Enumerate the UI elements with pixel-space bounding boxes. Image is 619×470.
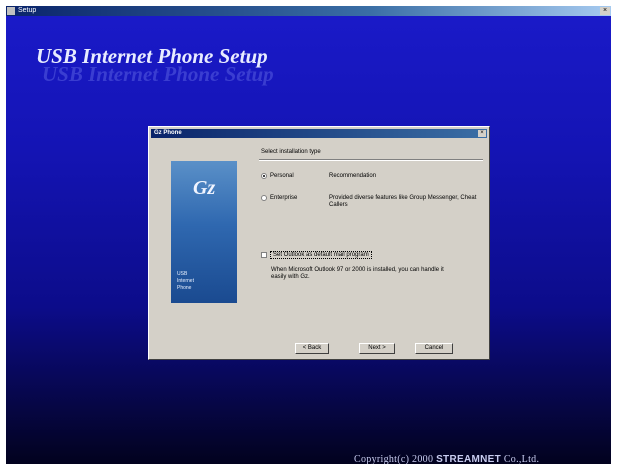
outlook-default-label: Set Outlook as default mail program — [270, 251, 372, 259]
option-enterprise-description: Provided diverse features like Group Mes… — [329, 195, 477, 208]
option-enterprise-label: Enterprise — [270, 195, 298, 201]
setup-window: Setup × USB Internet Phone Setup USB Int… — [0, 0, 619, 470]
side-banner: Gz USB Internet Phone — [171, 161, 237, 303]
copyright-suffix: Co.,Ltd. — [503, 454, 540, 464]
company-name: STREAMNET — [436, 454, 501, 464]
dialog-titlebar: Gz Phone × — [151, 129, 487, 138]
window-close-button[interactable]: × — [600, 7, 610, 15]
back-button[interactable]: < Back — [295, 343, 329, 354]
option-enterprise[interactable]: Enterprise — [261, 195, 297, 201]
option-personal[interactable]: Personal — [261, 173, 294, 179]
side-line-phone: Phone — [177, 285, 192, 291]
dialog-close-button[interactable]: × — [478, 130, 486, 137]
option-personal-description: Recommendation — [329, 173, 377, 179]
side-line-internet: Internet — [177, 278, 194, 284]
header-title: USB Internet Phone Setup — [36, 44, 268, 68]
cancel-button[interactable]: Cancel — [415, 343, 453, 354]
side-line-usb: USB — [177, 271, 188, 277]
outlook-default-option[interactable]: Set Outlook as default mail program — [261, 251, 372, 259]
radio-button-personal[interactable] — [261, 173, 267, 179]
app-icon — [7, 7, 15, 15]
section-title: Select installation type — [261, 149, 321, 155]
copyright-prefix: Copyright(c) 2000 — [354, 454, 434, 464]
option-personal-label: Personal — [270, 173, 294, 179]
install-type-dialog: Gz Phone × Gz USB Internet Phone Select … — [148, 126, 490, 360]
copyright-text: Copyright(c) 2000 STREAMNET Co.,Ltd. — [354, 454, 539, 464]
window-title: Setup — [18, 7, 37, 14]
gz-logo: Gz — [193, 177, 216, 199]
dialog-title: Gz Phone — [154, 130, 182, 136]
window-titlebar: Setup × — [6, 6, 611, 16]
section-divider — [259, 159, 483, 161]
outlook-note: When Microsoft Outlook 97 or 2000 is ins… — [271, 267, 444, 280]
next-button[interactable]: Next > — [359, 343, 395, 354]
radio-button-enterprise[interactable] — [261, 195, 267, 201]
outlook-default-checkbox[interactable] — [261, 252, 267, 258]
side-banner-text: USB Internet Phone — [177, 271, 194, 292]
